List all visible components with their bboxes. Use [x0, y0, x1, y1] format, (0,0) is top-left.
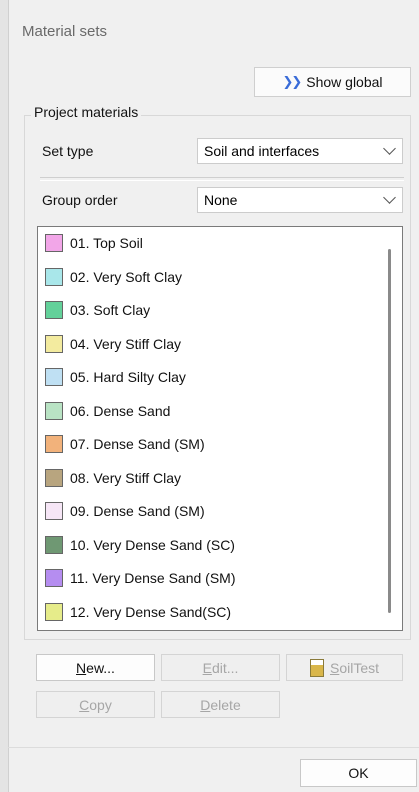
new-mnemonic: N [76, 659, 87, 676]
set-type-value: Soil and interfaces [204, 143, 320, 159]
edit-label: dit... [211, 659, 239, 676]
material-item[interactable]: 07. Dense Sand (SM) [45, 433, 205, 455]
ok-label: OK [348, 765, 369, 781]
material-item[interactable]: 01. Top Soil [45, 232, 143, 254]
material-item[interactable]: 11. Very Dense Sand (SM) [45, 567, 235, 589]
soiltest-label: oilTest [339, 659, 380, 676]
material-label: 03. Soft Clay [70, 302, 151, 318]
delete-label: elete [210, 696, 241, 713]
ok-button[interactable]: OK [300, 759, 417, 787]
material-color-swatch [45, 301, 63, 319]
material-color-swatch [45, 267, 63, 286]
set-type-select[interactable]: Soil and interfaces [197, 138, 403, 164]
chevron-down-icon [383, 142, 396, 155]
material-color-swatch [45, 401, 63, 420]
material-item[interactable]: 03. Soft Clay [45, 299, 150, 321]
material-item[interactable]: 10. Very Dense Sand (SC) [45, 534, 235, 556]
chevron-down-icon [383, 191, 396, 204]
material-sets-window: Material sets ❯❯ Show global Project mat… [0, 0, 419, 792]
material-color-swatch [45, 334, 63, 353]
material-color-swatch [45, 368, 63, 386]
material-item[interactable]: 02. Very Soft Clay [45, 266, 182, 288]
copy-label: opy [89, 696, 112, 713]
material-label: 06. Dense Sand [70, 402, 171, 419]
show-global-label: Show global [306, 74, 383, 90]
material-item[interactable]: 06. Dense Sand [45, 400, 170, 422]
edit-button[interactable]: Edit... [161, 654, 280, 681]
material-color-swatch [45, 602, 63, 621]
separator [40, 177, 404, 181]
material-color-swatch [45, 435, 63, 453]
material-color-swatch [45, 535, 63, 554]
footer-separator [8, 747, 419, 748]
material-item[interactable]: 09. Dense Sand (SM) [45, 500, 205, 522]
material-label: 12. Very Dense Sand(SC) [70, 603, 232, 620]
edit-mnemonic: E [202, 659, 212, 676]
material-label: 10. Very Dense Sand (SC) [70, 536, 235, 553]
window-edge [0, 0, 9, 792]
list-scrollbar[interactable] [388, 249, 391, 613]
new-label: ew... [86, 659, 115, 676]
material-color-swatch [45, 468, 63, 487]
material-item[interactable]: 12. Very Dense Sand(SC) [45, 601, 231, 623]
material-color-swatch [45, 569, 63, 587]
copy-mnemonic: C [79, 696, 90, 713]
material-label: 11. Very Dense Sand (SM) [70, 570, 236, 586]
copy-button[interactable]: Copy [36, 691, 155, 718]
material-item[interactable]: 05. Hard Silty Clay [45, 366, 186, 388]
delete-mnemonic: D [200, 696, 211, 713]
group-order-label: Group order [42, 192, 118, 208]
material-label: 09. Dense Sand (SM) [70, 503, 205, 519]
soiltest-button[interactable]: SoilTest [286, 654, 403, 681]
material-color-swatch [45, 234, 63, 252]
soil-sample-icon [309, 658, 324, 677]
material-label: 02. Very Soft Clay [70, 268, 183, 285]
material-label: 04. Very Stiff Clay [70, 335, 182, 352]
window-title: Material sets [22, 23, 108, 40]
new-button[interactable]: New... [36, 654, 155, 681]
group-order-value: None [204, 192, 238, 208]
material-item[interactable]: 08. Very Stiff Clay [45, 467, 181, 489]
material-label: 08. Very Stiff Clay [70, 469, 182, 486]
material-label: 05. Hard Silty Clay [70, 369, 186, 385]
material-item[interactable]: 04. Very Stiff Clay [45, 333, 181, 355]
materials-list[interactable]: 01. Top Soil 02. Very Soft Clay 03. Soft… [37, 226, 403, 631]
delete-button[interactable]: Delete [161, 691, 280, 718]
material-color-swatch [45, 502, 63, 520]
project-materials-label: Project materials [31, 104, 142, 120]
soiltest-mnemonic: S [329, 659, 340, 676]
material-label: 01. Top Soil [70, 235, 143, 251]
set-type-label: Set type [42, 143, 94, 159]
show-global-button[interactable]: ❯❯ Show global [254, 67, 411, 97]
group-order-select[interactable]: None [197, 187, 403, 213]
material-label: 07. Dense Sand (SM) [70, 436, 205, 452]
double-chevron-right-icon: ❯❯ [282, 74, 302, 89]
